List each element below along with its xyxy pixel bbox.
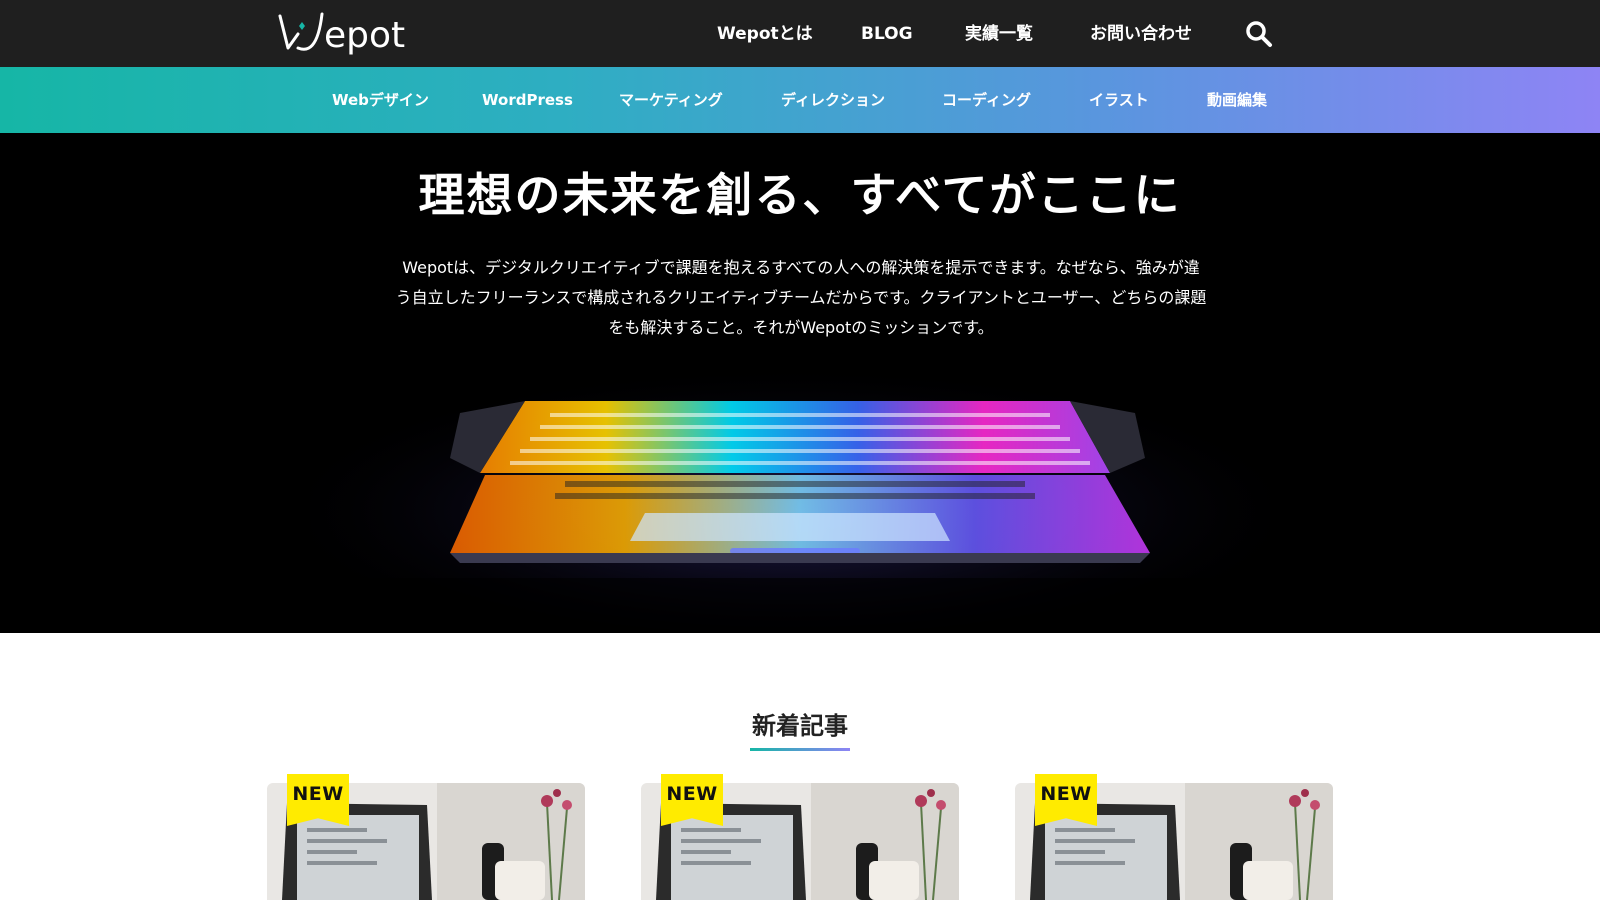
nav-works[interactable]: 実績一覧 [965, 22, 1033, 46]
category-web-design[interactable]: Webデザイン [332, 89, 429, 111]
hero-description: Wepotは、デジタルクリエイティブで課題を抱えるすべての人への解決策を提示でき… [395, 258, 1207, 337]
search-icon[interactable] [1245, 20, 1273, 48]
category-direction[interactable]: ディレクション [781, 89, 885, 111]
new-articles-title: 新着記事 [752, 712, 848, 740]
hero-section: 理想の未来を創る、すべてがここに Wepotは、デジタルクリエイティブで課題を抱… [0, 133, 1600, 633]
hero-title: 理想の未来を創る、すべてがここに [418, 168, 1182, 222]
category-illustration[interactable]: イラスト [1089, 89, 1149, 111]
nav-about[interactable]: Wepotとは [717, 22, 813, 46]
category-coding[interactable]: コーディング [942, 89, 1031, 111]
category-video-editing[interactable]: 動画編集 [1207, 89, 1267, 111]
category-wordpress[interactable]: WordPress [482, 89, 573, 111]
category-nav: Webデザイン WordPress マーケティング ディレクション コーディング… [0, 67, 1600, 133]
section-title-underline [750, 748, 850, 751]
hero-laptop-image [310, 363, 1270, 633]
category-marketing[interactable]: マーケティング [619, 89, 723, 111]
nav-blog[interactable]: BLOG [861, 22, 913, 46]
site-header: epot Wepotとは BLOG 実績一覧 お問い合わせ [0, 0, 1600, 67]
main-nav: Wepotとは BLOG 実績一覧 お問い合わせ [0, 0, 1600, 67]
nav-contact[interactable]: お問い合わせ [1090, 22, 1192, 46]
